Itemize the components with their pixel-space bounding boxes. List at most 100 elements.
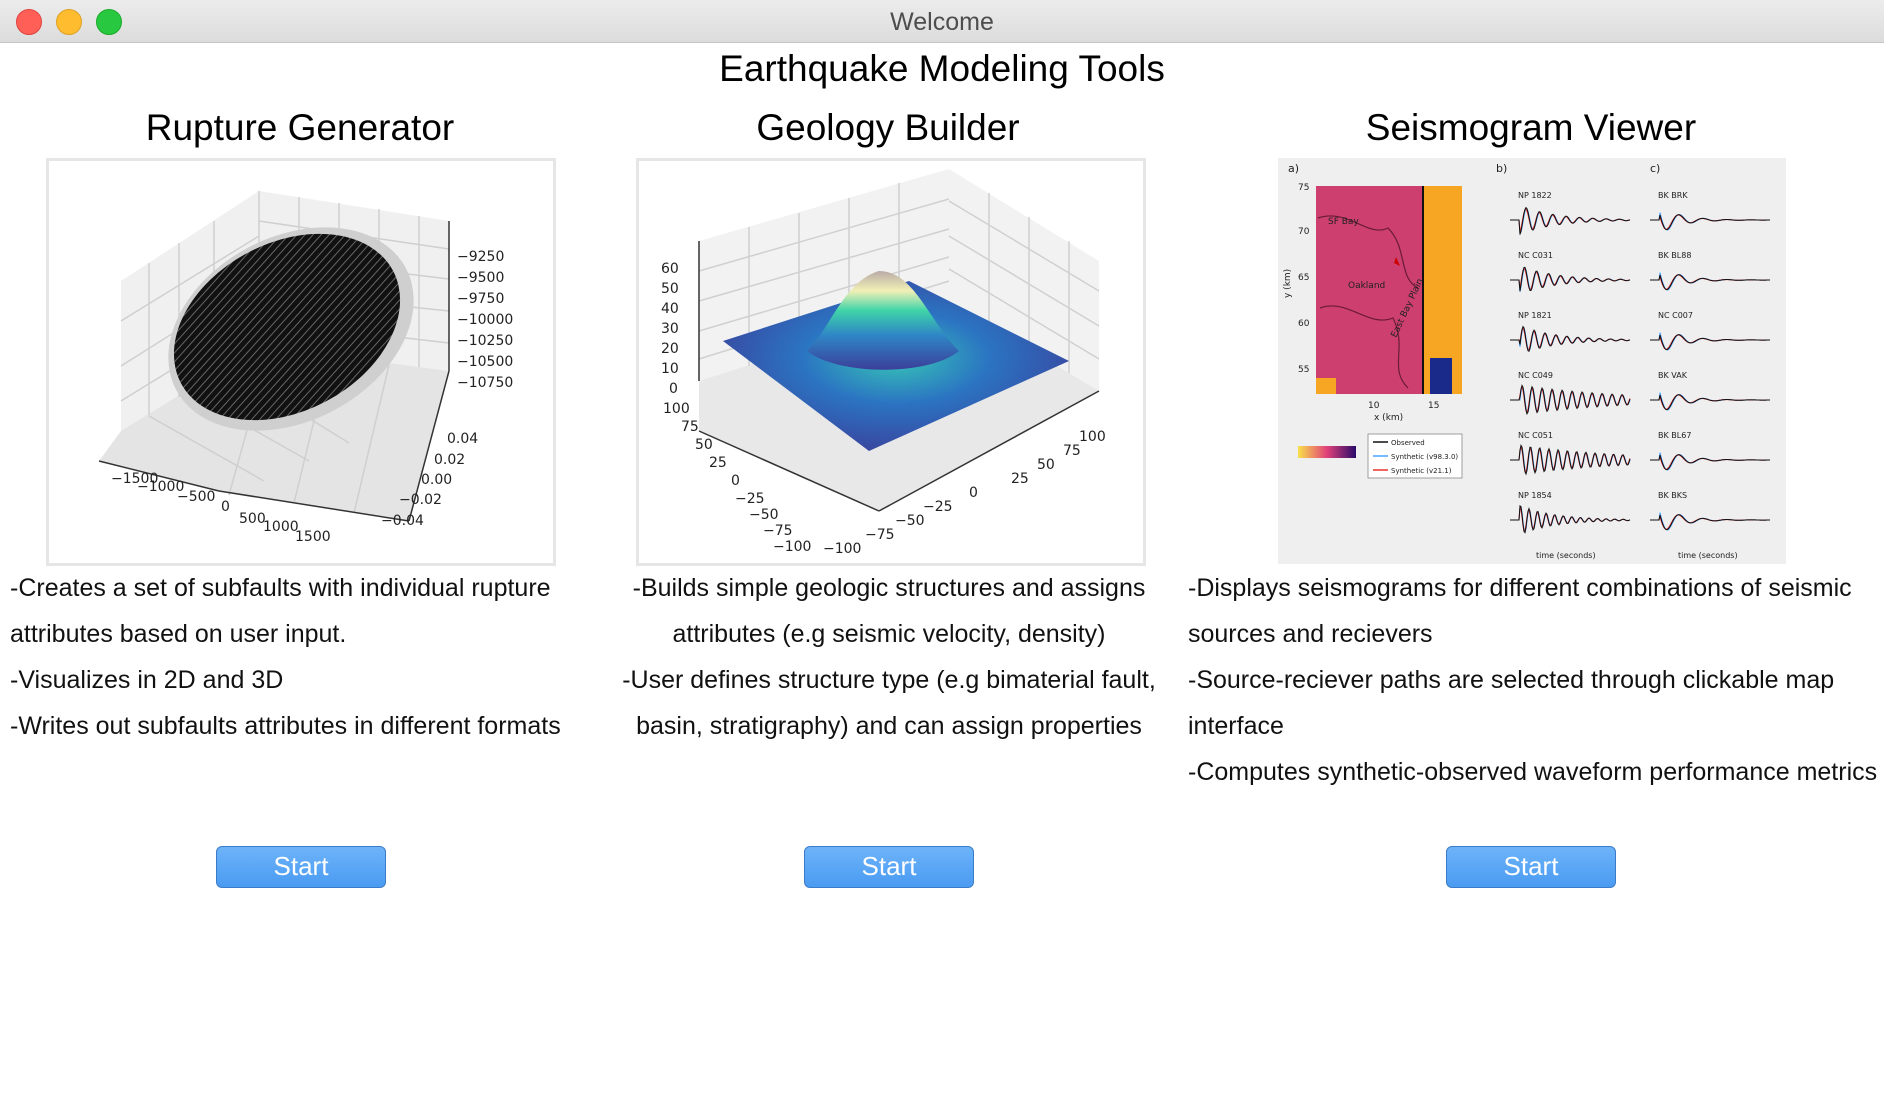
station-label: NP 1854 [1518,491,1552,500]
map-y-tick: 75 [1298,183,1309,193]
station-label: BK BRK [1658,191,1688,200]
waveform-trace [1650,274,1770,290]
geology-description: -Builds simple geologic structures and a… [600,565,1178,749]
window-titlebar: Welcome [0,0,1884,43]
z-tick: 50 [661,281,679,297]
geology-figure: 60 50 40 30 20 10 0 100 75 50 25 0 −25 −… [636,158,1146,566]
rupture-start-button[interactable]: Start [216,846,386,888]
description-line: -Builds simple geologic structures and a… [632,574,1146,648]
waveform-trace [1650,514,1770,530]
station-label: NC C051 [1518,431,1553,440]
x-tick: 0 [221,499,230,515]
description-line: -Writes out subfaults attributes in diff… [10,712,561,740]
station-label: NP 1822 [1518,191,1552,200]
rupture-description: -Creates a set of subfaults with individ… [10,565,600,749]
station-label: NC C049 [1518,371,1553,380]
z-tick: 0 [669,381,678,397]
tool-title: Seismogram Viewer [1365,107,1697,148]
map-y-label: y (km) [1283,269,1293,298]
y-tick: −50 [749,507,779,523]
z-tick: −10250 [457,333,513,349]
station-label: BK BL88 [1658,251,1691,260]
app-title: Earthquake Modeling Tools [719,48,1165,89]
z-tick: 30 [661,321,679,337]
panel-label: a) [1288,162,1299,175]
x-tick: 100 [1079,429,1106,445]
y-tick: 0.00 [421,472,452,488]
description-line: -Source-reciever paths are selected thro… [1188,666,1835,740]
z-tick: −9250 [457,249,504,265]
description-line: -Computes synthetic-observed waveform pe… [1188,758,1878,786]
waveform-trace [1650,214,1770,231]
z-tick: 60 [661,261,679,277]
waveform-trace [1650,454,1770,471]
rupture-figure: −9250 −9500 −9750 −10000 −10250 −10500 −… [46,158,556,566]
map-y-tick: 65 [1298,273,1309,283]
legend-entry: Synthetic (v98.3.0) [1391,453,1458,461]
x-tick: 500 [239,511,266,527]
tool-geology-builder: Geology Builder [600,106,1176,156]
x-tick: −50 [895,513,925,529]
z-tick: −10750 [457,375,513,391]
waveform-trace [1650,394,1770,410]
z-tick-labels: 60 50 40 30 20 10 0 [661,261,679,397]
y-tick: −100 [773,539,811,555]
description-line: -Creates a set of subfaults with individ… [10,574,551,648]
map-x-label: x (km) [1374,413,1403,423]
z-tick: −9500 [457,270,504,286]
map-x-tick: 15 [1428,401,1439,411]
z-tick: −10000 [457,312,513,328]
z-tick-labels: −9250 −9500 −9750 −10000 −10250 −10500 −… [457,249,513,391]
y-tick: 25 [709,455,727,471]
description-line: -User defines structure type (e.g bimate… [622,666,1156,740]
panel-label: c) [1650,162,1660,175]
x-tick: 1000 [263,519,299,535]
map-label: SF Bay [1328,217,1359,227]
tool-title: Geology Builder [756,107,1020,148]
x-tick: 50 [1037,457,1055,473]
tool-seismogram-viewer: Seismogram Viewer [1178,106,1884,156]
y-tick: −25 [735,491,765,507]
seismogram-start-button[interactable]: Start [1446,846,1616,888]
waveform-trace [1510,266,1631,292]
waveform-trace [1650,394,1770,411]
waveform-trace [1650,214,1770,230]
y-tick: −0.02 [399,492,442,508]
waveform-trace [1650,274,1770,291]
station-label: NC C007 [1658,311,1693,320]
seismogram-description: -Displays seismograms for different comb… [1188,565,1878,795]
map-y-tick: 60 [1298,319,1310,329]
panel-label: b) [1496,162,1507,175]
legend-entry: Observed [1391,439,1425,447]
time-axis-label: time (seconds) [1678,551,1738,560]
rupture-3d-plot: −9250 −9500 −9750 −10000 −10250 −10500 −… [98,191,513,545]
waveform-trace [1650,514,1770,531]
y-tick: 0.02 [434,452,465,468]
window-title: Welcome [890,8,994,36]
y-tick: 100 [663,401,690,417]
waveform-trace [1510,384,1631,416]
y-tick: 0.04 [447,431,478,447]
tool-title: Rupture Generator [145,107,455,148]
waveform-trace [1650,334,1770,351]
y-tick: −0.04 [381,513,424,529]
x-tick: −75 [865,527,895,543]
x-tick: −100 [823,541,861,557]
map-x-tick: 10 [1368,401,1380,411]
y-tick: −75 [763,523,793,539]
y-tick: 75 [681,419,699,435]
x-tick: 1500 [295,529,331,545]
waveform-trace [1510,504,1631,534]
map-y-tick: 55 [1298,365,1309,375]
geology-3d-plot: 60 50 40 30 20 10 0 100 75 50 25 0 −25 −… [661,169,1106,557]
x-tick: 25 [1011,471,1029,487]
waveform-trace [1510,206,1631,235]
station-label: NC C031 [1518,251,1553,260]
z-tick: 10 [661,361,679,377]
seismogram-composite-plot: a) b) c) SF Bay Oakland East Bay Plain 7… [1283,162,1770,560]
map-y-tick: 70 [1298,227,1310,237]
station-label: BK BKS [1658,491,1687,500]
station-label: NP 1821 [1518,311,1552,320]
legend-entry: Synthetic (v21.1) [1391,467,1452,475]
geology-start-button[interactable]: Start [804,846,974,888]
